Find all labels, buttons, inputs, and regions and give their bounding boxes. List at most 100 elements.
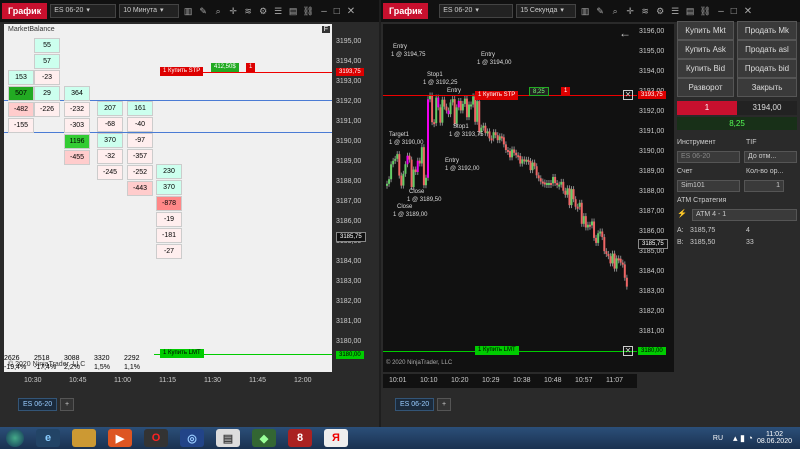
language-indicator[interactable]: RU	[713, 435, 723, 442]
network-icon[interactable]: ◆	[252, 429, 276, 447]
close-position-button[interactable]: Закрыть	[737, 78, 797, 97]
tray-icons[interactable]: ▴ ▮ ◔	[733, 433, 753, 444]
bar-type-icon[interactable]: ▥	[579, 5, 591, 17]
strategies-icon[interactable]: ⚙	[654, 5, 666, 17]
price-tick: 3191,00	[336, 118, 362, 125]
back-arrow-icon[interactable]: ←	[619, 26, 631, 40]
sell-bid-button[interactable]: Продать bid	[737, 59, 797, 78]
price-axis-2[interactable]: 3196,003195,003194,003193,003192,003191,…	[637, 24, 674, 372]
close-window-button[interactable]: ✕	[347, 6, 355, 17]
candle	[496, 135, 499, 141]
stop-order-label[interactable]: 1 Купить STP	[160, 67, 204, 76]
candle	[439, 107, 442, 123]
start-button[interactable]	[6, 429, 24, 447]
minimize-button[interactable]: –	[321, 6, 327, 17]
add-tab-button[interactable]: +	[60, 398, 75, 411]
chart-trader-icon[interactable]: ▤	[287, 5, 299, 17]
buy-market-button[interactable]: Купить Mkt	[677, 21, 734, 40]
atm-strategy-select[interactable]: АТМ 4 - 1	[692, 209, 797, 221]
crosshair-icon[interactable]: ✛	[227, 5, 239, 17]
chart-area-2[interactable]: ← 1 Купить STP 8,25 1 ✕ 1 Купить LMT ✕ ©…	[383, 24, 637, 372]
ie-icon[interactable]: e	[36, 429, 60, 447]
opera-icon[interactable]: O	[144, 429, 168, 447]
app-logo[interactable]: График	[2, 3, 48, 19]
candle	[463, 98, 466, 104]
zoom-icon[interactable]: ⌕	[212, 5, 224, 17]
instrument-field[interactable]: ES 06-20	[677, 151, 740, 163]
bid-size: 33	[746, 239, 754, 246]
lightning-icon[interactable]: ⚡	[677, 209, 689, 221]
stop-order-label[interactable]: 1 Купить STP	[475, 91, 519, 100]
candle	[558, 184, 561, 187]
stop-order-qty: 1	[561, 87, 571, 96]
link-icon[interactable]: ⛓	[302, 5, 314, 17]
ladder-cell: -252	[127, 165, 153, 180]
cancel-stop-icon[interactable]: ✕	[623, 90, 633, 100]
properties-icon[interactable]: ☰	[669, 5, 681, 17]
crosshair-icon[interactable]: ✛	[624, 5, 636, 17]
reverse-button[interactable]: Разворот	[677, 78, 734, 97]
zoom-icon[interactable]: ⌕	[609, 5, 621, 17]
tab-es-06-20[interactable]: ES 06-20	[18, 398, 58, 411]
buy-ask-button[interactable]: Купить Ask	[677, 40, 734, 59]
app-logo[interactable]: График	[383, 3, 429, 19]
chart-trader-icon[interactable]: ▤	[684, 5, 696, 17]
clock[interactable]: 11:02 08.06.2020	[757, 431, 792, 445]
buy-bid-button[interactable]: Купить Bid	[677, 59, 734, 78]
ladder-cell: 230	[156, 164, 182, 179]
ladder-cell: 57	[34, 54, 60, 69]
minimize-button[interactable]: –	[718, 6, 724, 17]
time-axis-1[interactable]: 10:30 10:45 11:00 11:15 11:30 11:45 12:00	[4, 374, 332, 388]
strategies-icon[interactable]: ⚙	[257, 5, 269, 17]
candle	[601, 231, 604, 238]
cancel-limit-icon[interactable]: ✕	[623, 346, 633, 356]
limit-order-label[interactable]: 1 Купить LMT	[475, 346, 519, 355]
link-icon[interactable]: ⛓	[699, 5, 711, 17]
ladder-cell: -226	[34, 102, 60, 117]
candle	[455, 107, 458, 124]
stop-order-pnl: 412,50$	[211, 63, 239, 72]
yandex-icon[interactable]: Я	[324, 429, 348, 447]
browser-icon[interactable]: ◎	[180, 429, 204, 447]
interval-selector[interactable]: 10 Минута ▾	[119, 4, 180, 18]
ladder-cell: 370	[156, 180, 182, 195]
tab-es-06-20[interactable]: ES 06-20	[395, 398, 435, 411]
sell-market-button[interactable]: Продать Mk	[737, 21, 797, 40]
indicators-icon[interactable]: ≋	[639, 5, 651, 17]
account-select[interactable]: Sim101	[677, 180, 740, 192]
candle	[588, 224, 591, 227]
limit-order-label[interactable]: 1 Купить LMT	[160, 349, 204, 358]
folder-icon[interactable]	[72, 429, 96, 447]
tif-select[interactable]: До отм...	[744, 151, 797, 163]
instrument-selector[interactable]: ES 06-20 ▾	[439, 4, 514, 18]
price-tick: 3182,00	[336, 298, 362, 305]
trade-annotation: 1 @ 3192,25	[423, 80, 458, 86]
candle	[474, 96, 477, 122]
drawing-tool-icon[interactable]: ✎	[197, 5, 209, 17]
ladder-cell: -357	[127, 149, 153, 164]
time-axis-2[interactable]: 10:01 10:10 10:20 10:29 10:38 10:48 10:57 11:07	[383, 374, 637, 388]
maximize-button[interactable]: □	[334, 6, 340, 17]
bar-type-icon[interactable]: ▥	[182, 5, 194, 17]
candle	[398, 154, 401, 176]
sell-ask-button[interactable]: Продать asl	[737, 40, 797, 59]
interval-selector[interactable]: 15 Секунда ▾	[516, 4, 577, 18]
candle	[494, 132, 497, 136]
panel-f-button[interactable]: F	[321, 26, 330, 33]
add-tab-button[interactable]: +	[437, 398, 452, 411]
ninjatrader-icon[interactable]: 8	[288, 429, 312, 447]
instrument-selector[interactable]: ES 06-20 ▾	[50, 4, 117, 18]
notepad-icon[interactable]: ▤	[216, 429, 240, 447]
percent-value: -19,4%	[4, 364, 27, 371]
indicators-icon[interactable]: ≋	[242, 5, 254, 17]
quantity-stepper[interactable]: 1	[744, 180, 784, 192]
properties-icon[interactable]: ☰	[272, 5, 284, 17]
price-axis-1[interactable]: 3195,00 3194,00 3193,00 3192,00 3191,00 3190,…	[332, 24, 377, 372]
maximize-button[interactable]: □	[731, 6, 737, 17]
drawing-tool-icon[interactable]: ✎	[594, 5, 606, 17]
media-player-icon[interactable]: ▶	[108, 429, 132, 447]
close-window-button[interactable]: ✕	[744, 6, 752, 17]
time-tick: 12:00	[294, 377, 312, 384]
price-tick: 3192,00	[336, 98, 362, 105]
chart-area-1[interactable]: MarketBalance 55 57 -23 29 -226 153 507 -482 -15…	[4, 24, 332, 372]
